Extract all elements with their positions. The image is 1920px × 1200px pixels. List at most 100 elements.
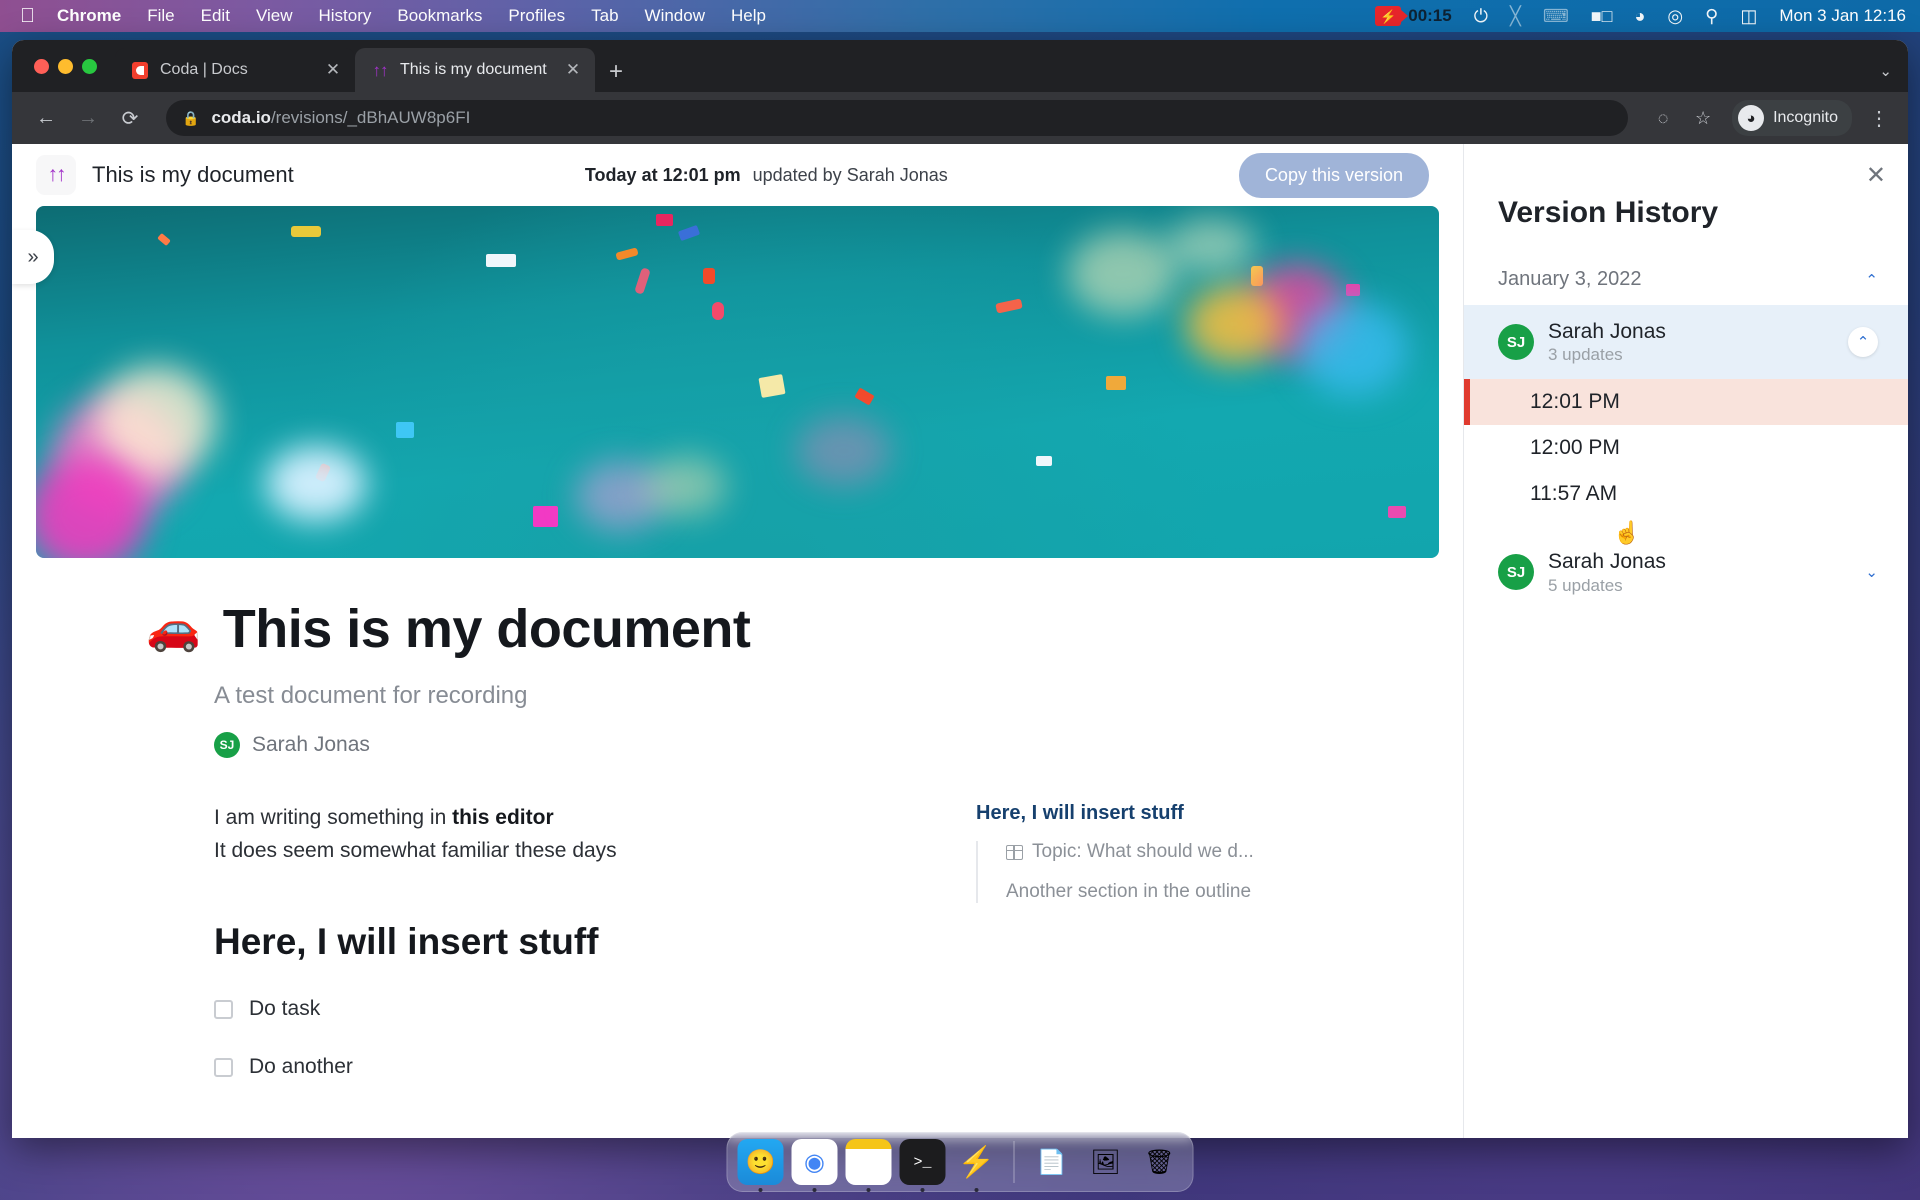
tab-title: This is my document [400,61,547,78]
bookmark-star-icon[interactable]: ☆ [1686,108,1720,129]
dock-item-finder[interactable]: 🙂 [737,1139,784,1192]
running-dot [758,1188,763,1192]
bokeh-blob [1166,218,1256,273]
confetti-piece [758,374,786,398]
chevron-up-icon[interactable]: ⌃ [1848,327,1878,358]
checklist-label: Do another [249,1055,353,1079]
macos-dock: 🙂 ◉ >_ ⚡ 📄 🖼 🗑 [726,1132,1194,1192]
wifi-icon[interactable]: ◕ [1635,7,1646,25]
menu-item-view[interactable]: View [256,6,293,26]
dock-item-notes[interactable] [845,1139,892,1192]
bokeh-blob [646,456,726,516]
dock-item-document-file[interactable]: 📄 [1029,1139,1075,1185]
chevron-down-icon[interactable]: ⌄ [1865,563,1878,581]
incognito-indicator[interactable]: ◕ Incognito [1732,100,1852,136]
close-tab-icon[interactable]: ✕ [563,60,583,80]
version-author: updated by Sarah Jonas [752,164,948,185]
battery-icon[interactable]: ■□ [1591,7,1613,25]
extensions-icon[interactable]: ◌ [1646,108,1680,129]
close-tab-icon[interactable]: ✕ [323,60,343,80]
document-heading[interactable]: This is my document [223,598,751,660]
version-group-text: Sarah Jonas 5 updates [1548,549,1851,595]
document-text-column: I am writing something in this editor It… [214,802,934,1079]
document-title-row: 🚗 This is my document [146,598,1463,660]
dock-item-terminal[interactable]: >_ [899,1139,946,1192]
new-tab-button[interactable]: + [609,60,623,84]
tab-this-is-my-document[interactable]: ↑↑ This is my document ✕ [355,48,595,92]
terminal-icon: >_ [913,1153,932,1171]
account-icon[interactable]: ◎ [1667,7,1683,25]
copy-this-version-button[interactable]: Copy this version [1238,152,1429,198]
screen-recording-indicator[interactable]: ⚡ 00:15 [1375,6,1452,26]
bokeh-blob [1298,301,1408,396]
version-date-group-header[interactable]: January 3, 2022 ⌃ [1464,230,1908,305]
search-icon[interactable]: ⚲ [1705,7,1718,25]
apple-logo-icon[interactable]:  [20,6,35,26]
dock-item-screenshot-file[interactable]: 🖼 [1083,1139,1129,1185]
minimize-window-button[interactable] [58,58,73,74]
tab-search-chevron-down-icon[interactable]: ⌄ [1879,62,1892,80]
close-icon[interactable]: ✕ [1866,164,1886,188]
reload-button[interactable]: ⟳ [112,100,148,136]
checklist-label: Do task [249,997,321,1021]
running-dot [812,1188,817,1192]
section-heading[interactable]: Here, I will insert stuff [214,921,934,963]
avatar: SJ [1498,554,1534,591]
bolt-icon[interactable]: ⏻ [1474,7,1488,25]
menu-item-chrome[interactable]: Chrome [57,6,121,26]
outline-heading[interactable]: Here, I will insert stuff [976,802,1396,825]
outline-item[interactable]: Another section in the outline [1006,881,1396,903]
document-banner-image [36,206,1439,558]
outline-item[interactable]: Topic: What should we d... [1006,841,1396,863]
menu-item-bookmarks[interactable]: Bookmarks [397,6,482,26]
dock-item-trash[interactable]: 🗑 [1137,1139,1183,1185]
control-center-icon[interactable]: ◫ [1740,7,1757,25]
version-group-sarah-jonas-1[interactable]: SJ Sarah Jonas 3 updates ⌃ [1464,305,1908,380]
version-revision-item[interactable]: 12:01 PM [1464,379,1908,426]
dock-item-lightning-app[interactable]: ⚡ [954,1139,1000,1192]
bluetooth-off-icon[interactable]: ╳ [1510,7,1521,25]
keyboard-icon[interactable]: ⌨ [1543,7,1569,25]
car-icon: 🚗 [146,604,201,653]
macos-menu-bar:  Chrome File Edit View History Bookmark… [0,0,1920,32]
document-subtitle[interactable]: A test document for recording [214,682,1463,710]
paragraph-1[interactable]: I am writing something in this editor [214,802,934,835]
menu-item-history[interactable]: History [318,6,371,26]
confetti-piece [1106,376,1126,390]
menu-item-edit[interactable]: Edit [201,6,230,26]
menu-item-tab[interactable]: Tab [591,6,618,26]
menu-item-window[interactable]: Window [645,6,705,26]
menu-item-help[interactable]: Help [731,6,766,26]
menu-item-file[interactable]: File [147,6,174,26]
version-group-updates: 5 updates [1548,575,1623,595]
running-dot [920,1188,925,1192]
confetti-piece [1346,284,1360,296]
forward-button[interactable]: → [70,100,106,136]
maximize-window-button[interactable] [82,58,97,74]
version-group-name: Sarah Jonas [1548,320,1666,343]
checkbox[interactable] [214,1057,233,1077]
tab-coda-docs[interactable]: Coda | Docs ✕ [115,48,355,92]
dock-item-chrome[interactable]: ◉ [791,1139,838,1192]
expand-sidebar-button[interactable]: » [12,230,54,284]
version-revision-item[interactable]: 11:57 AM [1464,471,1908,517]
paragraph-1-bold: this editor [452,806,554,829]
checklist-item[interactable]: Do task [214,997,934,1021]
close-window-button[interactable] [34,58,49,74]
menubar-clock[interactable]: Mon 3 Jan 12:16 [1779,6,1906,26]
confetti-piece [396,422,414,438]
chrome-menu-icon[interactable]: ⋮ [1866,106,1892,131]
back-button[interactable]: ← [28,100,64,136]
checkbox[interactable] [214,999,233,1019]
version-group-sarah-jonas-2[interactable]: SJ Sarah Jonas 5 updates ⌄ [1464,535,1908,609]
browser-toolbar: ← → ⟳ 🔒 coda.io/revisions/_dBhAUW8p6FI ◌… [12,92,1908,144]
address-bar[interactable]: 🔒 coda.io/revisions/_dBhAUW8p6FI [166,100,1629,136]
menubar-status-area: ⚡ 00:15 ⏻ ╳ ⌨ ■□ ◕ ◎ ⚲ ◫ Mon 3 Jan 12:16 [1375,6,1906,26]
finder-icon: 🙂 [745,1148,776,1176]
checklist-item[interactable]: Do another [214,1055,934,1079]
confetti-piece [712,302,724,320]
version-revision-item[interactable]: 12:00 PM [1464,425,1908,471]
menu-item-profiles[interactable]: Profiles [508,6,565,26]
chevron-up-icon[interactable]: ⌃ [1865,271,1878,289]
paragraph-2[interactable]: It does seem somewhat familiar these day… [214,835,934,868]
